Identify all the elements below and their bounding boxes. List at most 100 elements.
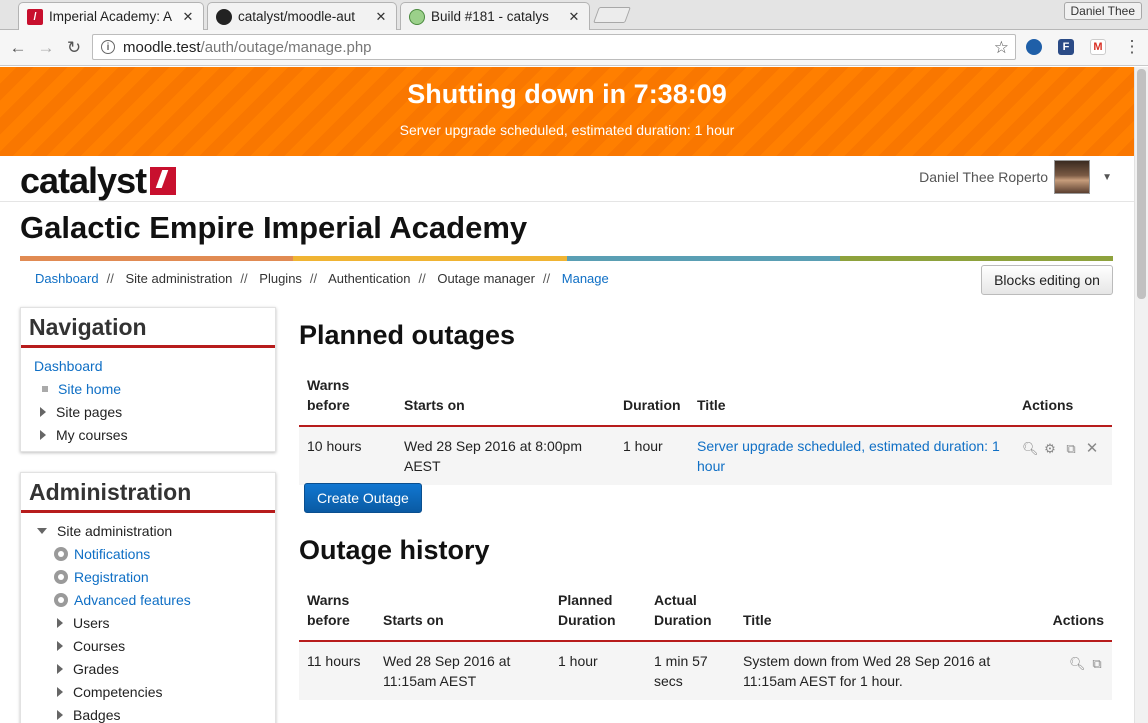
gear-icon bbox=[53, 546, 69, 562]
col-planned-duration: Planned Duration bbox=[550, 590, 646, 642]
logo-mark-icon bbox=[150, 167, 177, 195]
admin-item-notifications[interactable]: Notifications bbox=[53, 542, 275, 565]
nav-site-home-link[interactable]: Site home bbox=[58, 381, 121, 397]
blocks-editing-button[interactable]: Blocks editing on bbox=[981, 265, 1113, 295]
outage-message: Server upgrade scheduled, estimated dura… bbox=[399, 122, 735, 138]
admin-item-site-administration[interactable]: Site administration bbox=[37, 519, 275, 542]
collapse-arrow-icon[interactable] bbox=[37, 527, 47, 534]
outage-countdown: Shutting down in 7:38:09 bbox=[407, 79, 727, 109]
delete-icon[interactable]: ✕ bbox=[1085, 439, 1099, 459]
breadcrumb-site-administration: Site administration bbox=[125, 271, 233, 286]
close-icon[interactable]: ✕ bbox=[181, 9, 195, 25]
cell-actions: 🔍︎ ⧉ bbox=[1044, 641, 1112, 700]
globe-extension-icon[interactable] bbox=[1026, 39, 1042, 55]
expand-arrow-icon[interactable] bbox=[57, 709, 63, 720]
administration-title: Administration bbox=[21, 473, 275, 513]
moodle-icon: / bbox=[27, 8, 43, 25]
scrollbar-thumb[interactable] bbox=[1137, 69, 1146, 299]
user-menu[interactable]: Daniel Thee Roperto ▼ bbox=[919, 160, 1112, 194]
admin-courses-label: Courses bbox=[73, 637, 126, 654]
admin-item-competencies[interactable]: Competencies bbox=[53, 680, 275, 703]
clone-icon[interactable]: ⧉ bbox=[1090, 654, 1104, 674]
tab-jenkins[interactable]: Build #181 - catalys ✕ bbox=[400, 2, 590, 30]
admin-registration-link[interactable]: Registration bbox=[74, 569, 149, 585]
admin-item-registration[interactable]: Registration bbox=[53, 565, 275, 588]
expand-arrow-icon[interactable] bbox=[40, 406, 46, 417]
nav-my-courses-label: My courses bbox=[56, 426, 128, 443]
admin-item-advanced-features[interactable]: Advanced features bbox=[53, 588, 275, 611]
breadcrumb-outage-manager: Outage manager bbox=[437, 271, 535, 286]
breadcrumb-manage[interactable]: Manage bbox=[562, 271, 609, 286]
info-icon[interactable]: i bbox=[101, 40, 115, 54]
back-icon[interactable]: ← bbox=[8, 38, 28, 58]
nav-dashboard-link[interactable]: Dashboard bbox=[34, 358, 103, 374]
nav-item-dashboard[interactable]: Dashboard bbox=[34, 354, 275, 377]
clone-icon[interactable]: ⧉ bbox=[1064, 439, 1078, 459]
view-icon[interactable]: 🔍︎ bbox=[1022, 439, 1039, 459]
catalyst-logo[interactable]: catalyst bbox=[20, 160, 177, 202]
address-bar[interactable]: i moodle.test/auth/outage/manage.php ☆ bbox=[92, 34, 1016, 60]
gmail-extension-icon[interactable]: M bbox=[1090, 39, 1106, 55]
close-icon[interactable]: ✕ bbox=[567, 9, 581, 25]
menu-icon[interactable]: ⋮ bbox=[1122, 37, 1142, 57]
breadcrumb: Dashboard// Site administration// Plugin… bbox=[35, 271, 609, 286]
expand-arrow-icon[interactable] bbox=[57, 686, 63, 697]
tab-imperial-academy[interactable]: / Imperial Academy: A ✕ bbox=[18, 2, 204, 30]
admin-advanced-features-link[interactable]: Advanced features bbox=[74, 592, 191, 608]
expand-arrow-icon[interactable] bbox=[57, 640, 63, 651]
admin-item-badges[interactable]: Badges bbox=[53, 703, 275, 723]
col-title: Title bbox=[689, 375, 1014, 427]
outage-title-link[interactable]: Server upgrade scheduled, estimated dura… bbox=[697, 438, 1000, 474]
cell-actual-duration: 1 min 57 secs bbox=[646, 641, 735, 700]
admin-item-users[interactable]: Users bbox=[53, 611, 275, 634]
tab-title: Build #181 - catalys bbox=[431, 9, 549, 24]
col-actions: Actions bbox=[1044, 590, 1112, 642]
breadcrumb-dashboard[interactable]: Dashboard bbox=[35, 271, 99, 286]
admin-notifications-link[interactable]: Notifications bbox=[74, 546, 150, 562]
feedly-extension-icon[interactable]: F bbox=[1058, 39, 1074, 55]
close-icon[interactable]: ✕ bbox=[374, 9, 388, 25]
planned-outages-section: Planned outages bbox=[299, 320, 1113, 351]
outage-history-table-wrap: Warns before Starts on Planned Duration Ac… bbox=[299, 590, 1113, 700]
view-icon[interactable]: 🔍︎ bbox=[1069, 654, 1086, 674]
expand-arrow-icon[interactable] bbox=[57, 663, 63, 674]
profile-button[interactable]: Daniel Thee bbox=[1063, 2, 1142, 20]
tab-github[interactable]: catalyst/moodle-aut ✕ bbox=[207, 2, 397, 30]
table-row: 10 hours Wed 28 Sep 2016 at 8:00pm AEST … bbox=[299, 426, 1112, 485]
col-warns-before: Warns before bbox=[299, 590, 375, 642]
admin-item-grades[interactable]: Grades bbox=[53, 657, 275, 680]
nav-item-site-home[interactable]: Site home bbox=[34, 377, 275, 400]
vertical-scrollbar[interactable] bbox=[1134, 67, 1148, 723]
admin-competencies-label: Competencies bbox=[73, 683, 163, 700]
new-tab-button[interactable] bbox=[593, 7, 631, 23]
forward-icon[interactable]: → bbox=[36, 38, 56, 58]
logo-text: catalyst bbox=[20, 160, 147, 201]
nav-item-my-courses[interactable]: My courses bbox=[34, 423, 275, 446]
caret-down-icon[interactable]: ▼ bbox=[1102, 172, 1112, 183]
cell-planned-duration: 1 hour bbox=[550, 641, 646, 700]
reload-icon[interactable]: ↻ bbox=[64, 38, 84, 58]
expand-arrow-icon[interactable] bbox=[57, 617, 63, 628]
table-header-row: Warns before Starts on Duration Title Act… bbox=[299, 375, 1112, 427]
outage-history-section: Outage history bbox=[299, 535, 1113, 566]
create-outage-button[interactable]: Create Outage bbox=[304, 483, 422, 513]
outage-history-heading: Outage history bbox=[299, 535, 490, 565]
url-path: /auth/outage/manage.php bbox=[200, 38, 372, 56]
color-bar-segment bbox=[566, 256, 840, 261]
bookmark-star-icon[interactable]: ☆ bbox=[994, 38, 1009, 58]
bullet-icon bbox=[42, 385, 48, 392]
expand-arrow-icon[interactable] bbox=[40, 429, 46, 440]
breadcrumb-plugins: Plugins bbox=[259, 271, 302, 286]
edit-gear-icon[interactable]: ⚙ bbox=[1043, 439, 1057, 459]
admin-item-courses[interactable]: Courses bbox=[53, 634, 275, 657]
nav-item-site-pages[interactable]: Site pages bbox=[34, 400, 275, 423]
cell-title: Server upgrade scheduled, estimated dura… bbox=[689, 426, 1014, 485]
color-bar bbox=[20, 256, 1113, 261]
planned-outages-heading: Planned outages bbox=[299, 320, 516, 350]
cell-starts: Wed 28 Sep 2016 at 8:00pm AEST bbox=[396, 426, 615, 485]
nav-site-pages-label: Site pages bbox=[56, 403, 123, 420]
site-title: Galactic Empire Imperial Academy bbox=[20, 210, 528, 245]
outage-banner: Shutting down in 7:38:09 Server upgrade … bbox=[0, 67, 1134, 156]
col-duration: Duration bbox=[615, 375, 689, 427]
navigation-block: Navigation Dashboard Site home Site page… bbox=[20, 307, 276, 452]
